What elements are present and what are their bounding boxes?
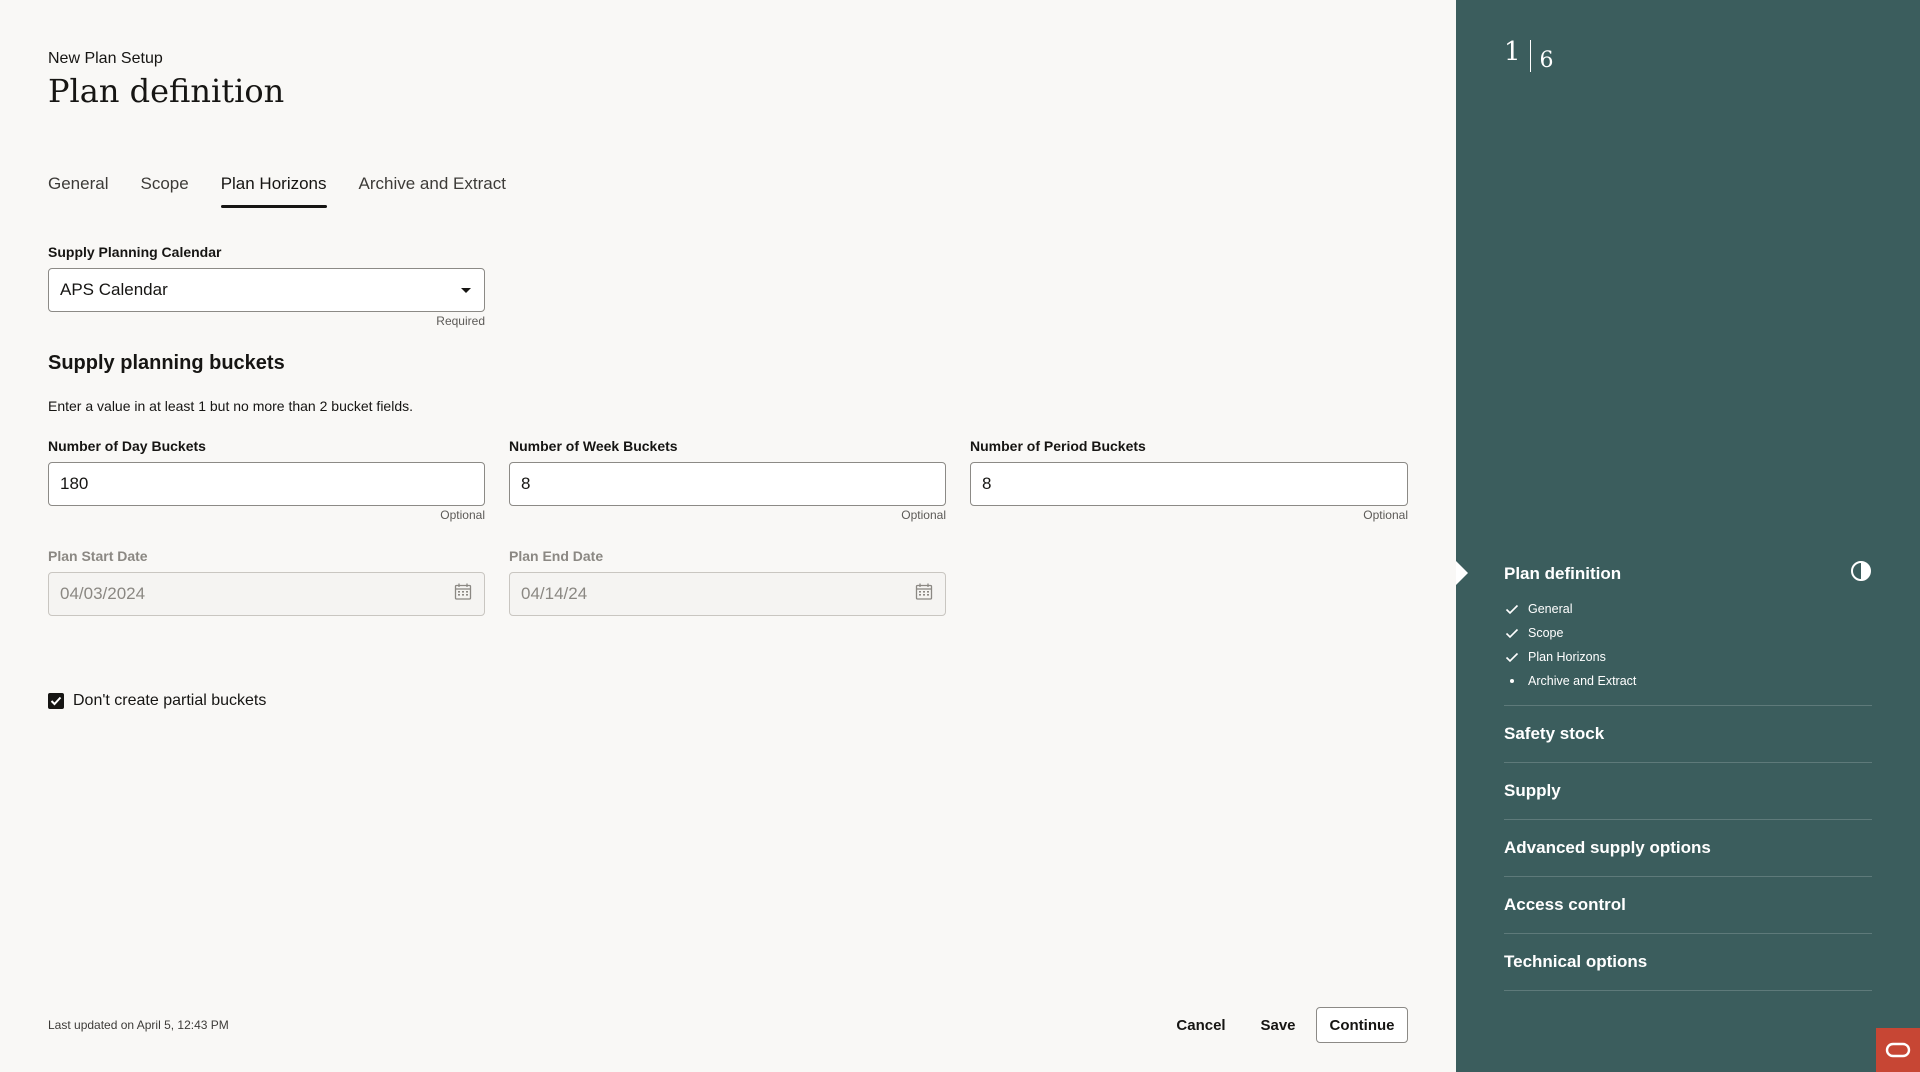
save-button[interactable]: Save [1252,1007,1304,1043]
partial-buckets-label: Don't create partial buckets [73,692,267,709]
calendar-value: APS Calendar [60,280,168,299]
period-buckets-input[interactable]: 8 [970,462,1408,506]
progress-sidebar: 1 6 Plan definition General Scope Plan H… [1456,0,1920,1072]
calendar-select[interactable]: APS Calendar [48,268,485,312]
plan-start-date-input[interactable]: 04/03/2024 [48,572,485,616]
check-icon [50,696,62,706]
substep-plan-horizons[interactable]: Plan Horizons [1504,645,1872,669]
plan-end-date-input[interactable]: 04/14/24 [509,572,946,616]
day-buckets-label: Number of Day Buckets [48,438,206,454]
buckets-section-title: Supply planning buckets [48,352,285,374]
plan-start-date-label: Plan Start Date [48,548,148,564]
step-technical-options[interactable]: Technical options [1504,934,1872,991]
step-supply[interactable]: Supply [1504,763,1872,820]
week-buckets-label: Number of Week Buckets [509,438,678,454]
buckets-instruction: Enter a value in at least 1 but no more … [48,398,413,414]
continue-button[interactable]: Continue [1316,1007,1408,1043]
substep-list: General Scope Plan Horizons Archive and … [1504,597,1872,706]
substep-archive-and-extract[interactable]: Archive and Extract [1504,669,1872,693]
period-buckets-label: Number of Period Buckets [970,438,1146,454]
check-icon [1504,604,1520,615]
substep-label: Archive and Extract [1528,674,1637,688]
day-buckets-input[interactable]: 180 [48,462,485,506]
step-counter: 1 6 [1504,38,1554,73]
day-buckets-value: 180 [60,474,89,493]
active-step-pointer [1456,561,1468,585]
check-icon [1504,652,1520,663]
oracle-help-icon[interactable] [1876,1028,1920,1072]
last-updated-text: Last updated on April 5, 12:43 PM [48,1018,229,1032]
page-overline: New Plan Setup [48,50,163,67]
main-panel: New Plan Setup Plan definition General S… [0,0,1456,1072]
week-buckets-input[interactable]: 8 [509,462,946,506]
cancel-button[interactable]: Cancel [1166,1007,1236,1043]
total-steps-number: 6 [1539,48,1554,73]
bullet-icon [1504,679,1520,683]
calendar-label: Supply Planning Calendar [48,244,222,260]
tab-bar: General Scope Plan Horizons Archive and … [48,174,506,208]
tab-archive-and-extract[interactable]: Archive and Extract [359,174,506,208]
calendar-icon[interactable] [454,583,472,606]
substep-general[interactable]: General [1504,597,1872,621]
calendar-icon[interactable] [915,583,933,606]
substep-label: Plan Horizons [1528,650,1606,664]
partial-buckets-row: Don't create partial buckets [48,692,266,710]
plan-end-date-value: 04/14/24 [521,584,588,603]
step-plan-definition[interactable]: Plan definition [1504,560,1872,587]
period-buckets-value: 8 [982,474,992,493]
step-counter-divider [1529,40,1531,72]
day-buckets-hint: Optional [440,508,485,522]
check-icon [1504,628,1520,639]
step-list: Plan definition General Scope Plan Horiz… [1504,560,1872,991]
week-buckets-value: 8 [521,474,531,493]
substep-label: General [1528,602,1573,616]
tab-plan-horizons[interactable]: Plan Horizons [220,174,327,208]
substep-scope[interactable]: Scope [1504,621,1872,645]
calendar-hint: Required [436,314,485,328]
partial-buckets-checkbox[interactable] [48,693,64,709]
half-circle-icon [1850,560,1872,587]
week-buckets-hint: Optional [901,508,946,522]
tab-scope[interactable]: Scope [140,174,188,208]
plan-start-date-value: 04/03/2024 [60,584,146,603]
step-access-control[interactable]: Access control [1504,877,1872,934]
period-buckets-hint: Optional [1363,508,1408,522]
page-title: Plan definition [48,72,285,110]
current-step-number: 1 [1504,37,1521,67]
substep-label: Scope [1528,626,1564,640]
step-advanced-supply-options[interactable]: Advanced supply options [1504,820,1872,877]
step-plan-definition-label: Plan definition [1504,563,1622,583]
plan-end-date-label: Plan End Date [509,548,604,564]
step-safety-stock[interactable]: Safety stock [1504,706,1872,763]
tab-general[interactable]: General [48,174,108,208]
caret-down-icon [460,280,472,300]
